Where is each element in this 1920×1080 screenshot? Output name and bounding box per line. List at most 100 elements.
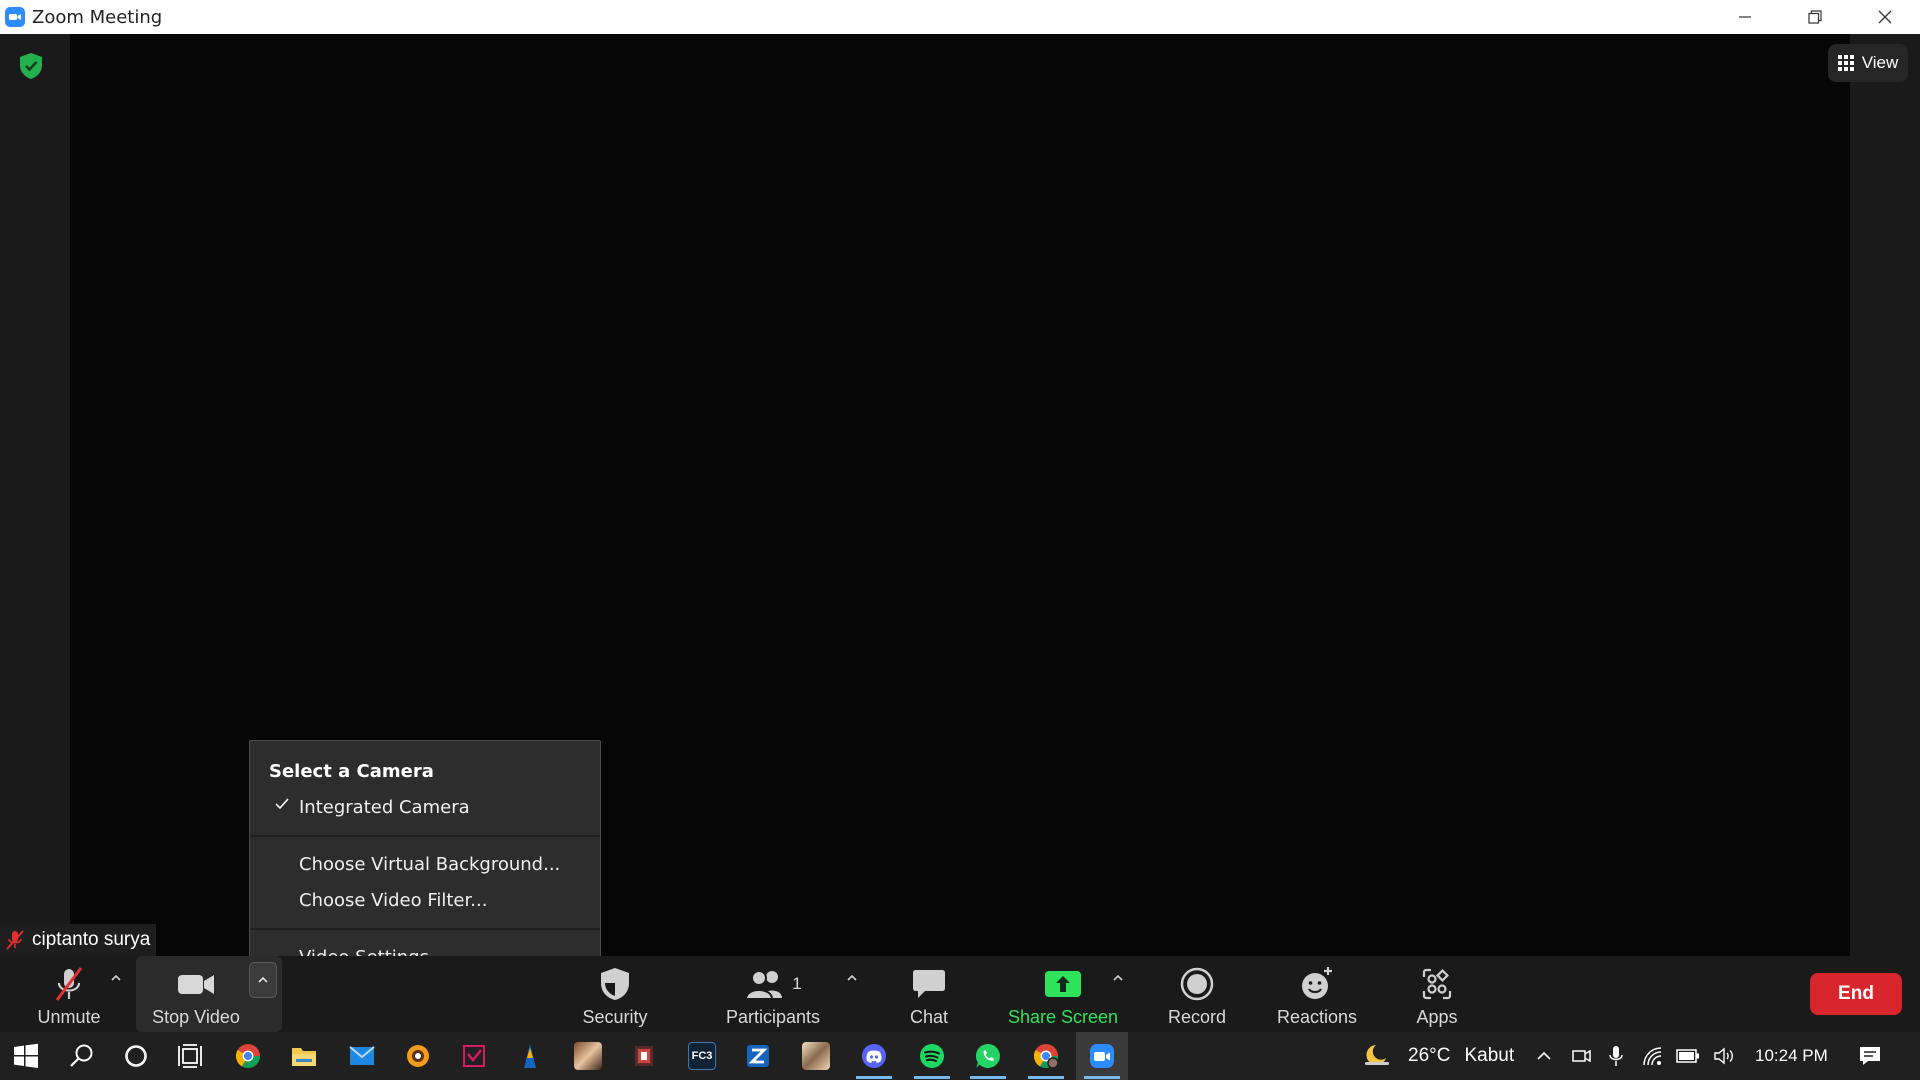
- security-shield-icon: [601, 968, 629, 1000]
- taskbar-file-explorer[interactable]: [278, 1032, 330, 1080]
- share-options-caret[interactable]: [1108, 968, 1128, 988]
- weather-widget[interactable]: 26°C Kabut: [1408, 1032, 1514, 1080]
- red-check-app-icon: [463, 1045, 485, 1067]
- taskbar-search-button[interactable]: [56, 1032, 108, 1080]
- apps-label: Apps: [1416, 1007, 1458, 1027]
- taskbar-chrome-2[interactable]: [1020, 1032, 1072, 1080]
- blue-app-icon: [524, 1044, 536, 1068]
- camera-in-use-icon[interactable]: [1569, 1044, 1593, 1068]
- chat-button[interactable]: Chat: [889, 956, 969, 1032]
- share-screen-button[interactable]: Share Screen: [1002, 956, 1124, 1032]
- video-options-caret[interactable]: [249, 962, 277, 998]
- taskbar-fc3[interactable]: FC3: [676, 1032, 728, 1080]
- muted-microphone-icon: [55, 967, 83, 1001]
- start-button[interactable]: [0, 1032, 52, 1080]
- clock-time: 10:24 PM: [1755, 1046, 1828, 1065]
- meeting-stage: View ciptanto surya Select a Camera Inte…: [0, 34, 1920, 985]
- share-screen-label: Share Screen: [1007, 1007, 1119, 1027]
- z-app-icon: [747, 1045, 769, 1067]
- menu-divider: [250, 928, 600, 930]
- cortana-button[interactable]: [110, 1032, 162, 1080]
- folder-icon: [292, 1048, 316, 1066]
- menu-heading: Select a Camera: [269, 761, 434, 782]
- record-icon: [1180, 967, 1214, 1001]
- audio-options-caret[interactable]: [106, 968, 126, 988]
- security-button[interactable]: Security: [565, 956, 665, 1032]
- taskbar-app-orange[interactable]: [392, 1032, 444, 1080]
- view-button[interactable]: View: [1828, 44, 1908, 82]
- taskbar-zoom[interactable]: [1076, 1032, 1128, 1080]
- participants-label: Participants: [725, 1007, 821, 1027]
- meeting-toolbar: Unmute Stop Video Security 1 Participant…: [0, 956, 1920, 1032]
- fc3-app-icon: FC3: [688, 1042, 716, 1070]
- taskbar-app-photo[interactable]: [562, 1032, 614, 1080]
- weather-temperature: 26°C: [1408, 1045, 1451, 1066]
- notifications-icon[interactable]: [1858, 1044, 1882, 1068]
- search-icon: [70, 1044, 93, 1067]
- view-label: View: [1861, 53, 1899, 72]
- close-button[interactable]: [1850, 0, 1920, 34]
- weather-moon-icon: [1362, 1044, 1392, 1068]
- reactions-label: Reactions: [1276, 1007, 1358, 1027]
- shield-check-icon[interactable]: [18, 52, 44, 80]
- chevron-up-icon: [111, 974, 121, 981]
- task-view-icon: [178, 1044, 202, 1068]
- spotify-icon: [920, 1044, 944, 1068]
- menu-item-video-filter[interactable]: Choose Video Filter...: [299, 890, 487, 911]
- microphone-in-use-icon[interactable]: [1604, 1044, 1628, 1068]
- menu-item-integrated-camera[interactable]: Integrated Camera: [299, 797, 470, 818]
- wifi-icon[interactable]: [1641, 1044, 1665, 1068]
- end-meeting-button[interactable]: End: [1810, 973, 1902, 1015]
- participants-icon: [745, 970, 783, 1000]
- chrome-icon: [235, 1044, 260, 1069]
- taskbar-app-red[interactable]: [448, 1032, 500, 1080]
- taskbar-chrome[interactable]: [222, 1032, 274, 1080]
- restore-button[interactable]: [1780, 0, 1850, 34]
- record-label: Record: [1167, 1007, 1227, 1027]
- taskbar-clock[interactable]: 10:24 PM: [1755, 1032, 1828, 1080]
- participant-name-tag: ciptanto surya: [0, 924, 157, 956]
- participants-options-caret[interactable]: [842, 968, 862, 988]
- weather-description: Kabut: [1464, 1045, 1515, 1066]
- tray-overflow-chevron-icon[interactable]: [1532, 1044, 1556, 1068]
- windows-taskbar: FC3 26°C Kabut 10:24 PM: [0, 1032, 1920, 1080]
- security-label: Security: [582, 1007, 648, 1027]
- participants-count: 1: [792, 974, 802, 993]
- task-view-button[interactable]: [164, 1032, 216, 1080]
- orange-app-icon: [407, 1045, 429, 1067]
- stop-video-label: Stop Video: [152, 1007, 240, 1027]
- restore-icon: [1808, 10, 1822, 24]
- battery-icon[interactable]: [1676, 1044, 1700, 1068]
- taskbar-app-blue[interactable]: [504, 1032, 556, 1080]
- taskbar-mail[interactable]: [336, 1032, 388, 1080]
- grid-icon: [1837, 55, 1854, 71]
- minimize-button[interactable]: [1710, 0, 1780, 34]
- reactions-button[interactable]: Reactions: [1270, 956, 1364, 1032]
- zoom-icon: [1090, 1044, 1114, 1068]
- taskbar-discord[interactable]: [848, 1032, 900, 1080]
- menu-item-virtual-background[interactable]: Choose Virtual Background...: [299, 854, 560, 875]
- participants-button[interactable]: 1 Participants: [714, 956, 832, 1032]
- discord-icon: [862, 1044, 886, 1068]
- volume-icon[interactable]: [1712, 1044, 1736, 1068]
- apps-button[interactable]: Apps: [1400, 956, 1474, 1032]
- select-camera-menu: Select a Camera Integrated Camera Choose…: [249, 740, 601, 985]
- photo-app-icon: [574, 1042, 602, 1070]
- taskbar-app-image[interactable]: [790, 1032, 842, 1080]
- muted-mic-icon: [6, 930, 24, 950]
- apps-icon: [1422, 968, 1452, 1000]
- close-icon: [1878, 10, 1892, 24]
- taskbar-app-game[interactable]: [618, 1032, 670, 1080]
- taskbar-spotify[interactable]: [906, 1032, 958, 1080]
- image-app-icon: [802, 1042, 830, 1070]
- zoom-app-icon: [5, 7, 25, 27]
- checkmark-icon: [275, 798, 289, 810]
- taskbar-whatsapp[interactable]: [962, 1032, 1014, 1080]
- mail-icon: [349, 1046, 375, 1065]
- share-screen-icon: [1045, 971, 1081, 997]
- minimize-icon: [1739, 16, 1751, 18]
- unmute-button[interactable]: Unmute: [22, 956, 116, 1032]
- taskbar-app-z[interactable]: [732, 1032, 784, 1080]
- record-button[interactable]: Record: [1156, 956, 1238, 1032]
- menu-divider: [250, 835, 600, 837]
